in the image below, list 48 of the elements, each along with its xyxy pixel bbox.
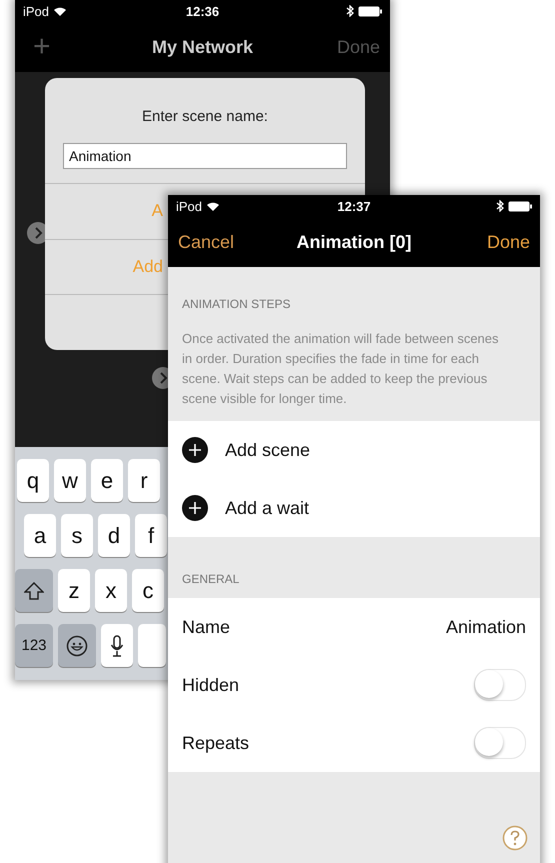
microphone-key[interactable] [101, 624, 133, 667]
emoji-key[interactable] [58, 624, 96, 667]
section-header: GENERAL [182, 572, 240, 586]
row-label: Repeats [182, 732, 250, 754]
toggle-switch[interactable] [474, 727, 526, 759]
nav-title: Animation [0] [296, 232, 412, 252]
key[interactable]: r [128, 459, 160, 502]
dialog-title: Enter scene name: [141, 108, 269, 125]
status-time: 12:36 [184, 4, 220, 18]
bluetooth-icon [346, 5, 354, 17]
key[interactable]: e [91, 459, 123, 502]
plus-circle-icon[interactable] [182, 437, 208, 463]
wifi-icon [53, 6, 68, 16]
row-value[interactable]: Animation [446, 616, 526, 638]
add-row-label[interactable]: Add a wait [225, 498, 310, 518]
row-label: Name [182, 616, 230, 638]
done-button[interactable]: Done [486, 232, 530, 252]
key[interactable]: q [17, 459, 49, 502]
bluetooth-icon [496, 200, 504, 212]
key[interactable]: s [61, 514, 93, 557]
shift-key[interactable] [15, 569, 53, 612]
key[interactable]: c [132, 569, 164, 612]
section-description: Once activated the animation will fade between scenes in order. Duration specifies the fade in time for each scene. Wait steps can be added to keep the previous scene visible for longer time. [182, 330, 500, 408]
scene-name-field[interactable]: Animation [63, 143, 347, 169]
key[interactable]: w [54, 459, 86, 502]
carrier-label: iPod [176, 198, 202, 214]
toggle-switch[interactable] [474, 669, 526, 701]
numbers-key[interactable]: 123 [15, 624, 53, 667]
key[interactable]: x [95, 569, 127, 612]
key[interactable]: z [58, 569, 90, 612]
help-icon[interactable] [502, 825, 528, 851]
add-row-label[interactable]: Add scene [225, 440, 310, 460]
battery-icon [358, 6, 382, 16]
battery-icon [508, 200, 532, 212]
section-header: ANIMATION STEPS [182, 297, 292, 311]
key[interactable]: a [24, 514, 56, 557]
wifi-icon [206, 200, 220, 212]
carrier-label: iPod [23, 4, 50, 18]
microphone-icon [110, 634, 124, 656]
cancel-button[interactable]: Cancel [178, 232, 234, 252]
key[interactable]: d [98, 514, 130, 557]
status-time: 12:37 [336, 198, 372, 214]
nav-title: My Network [150, 36, 254, 58]
plus-circle-icon[interactable] [182, 495, 208, 521]
row-label: Hidden [182, 674, 240, 696]
arrow-up-icon [24, 582, 44, 600]
key[interactable]: f [135, 514, 167, 557]
smiley-icon [66, 634, 88, 656]
